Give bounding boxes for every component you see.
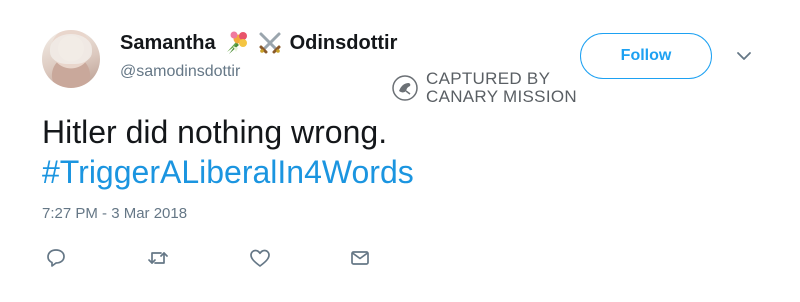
watermark: CAPTURED BY CANARY MISSION: [392, 70, 577, 106]
crossed-swords-icon: [256, 30, 284, 56]
display-name[interactable]: Samantha Odinsdottir: [120, 30, 397, 56]
display-name-last: Odinsdottir: [289, 31, 398, 54]
avatar-hair: [50, 34, 92, 64]
timestamp[interactable]: 7:27 PM - 3 Mar 2018: [42, 205, 187, 222]
hashtag-link[interactable]: #TriggerALiberalIn4Words: [42, 152, 762, 192]
watermark-line2: CANARY MISSION: [426, 87, 577, 106]
watermark-line1: CAPTURED BY: [426, 69, 551, 88]
chevron-down-icon[interactable]: [735, 47, 753, 65]
display-name-first: Samantha: [120, 31, 216, 54]
watermark-text: CAPTURED BY CANARY MISSION: [426, 70, 577, 106]
like-icon[interactable]: [248, 246, 272, 270]
direct-message-icon[interactable]: [348, 246, 372, 270]
canary-logo-icon: [392, 75, 418, 101]
user-handle[interactable]: @samodinsdottir: [120, 63, 240, 81]
reply-icon[interactable]: [44, 246, 68, 270]
avatar[interactable]: [42, 30, 100, 88]
follow-button[interactable]: Follow: [580, 33, 712, 79]
tweet-text-line: Hitler did nothing wrong.: [42, 114, 388, 150]
bouquet-icon: [222, 30, 250, 56]
retweet-icon[interactable]: [146, 246, 170, 270]
tweet-card: Samantha Odinsdottir @samodinsdottir Fol…: [0, 0, 800, 302]
tweet-text: Hitler did nothing wrong. #TriggerALiber…: [42, 112, 762, 192]
